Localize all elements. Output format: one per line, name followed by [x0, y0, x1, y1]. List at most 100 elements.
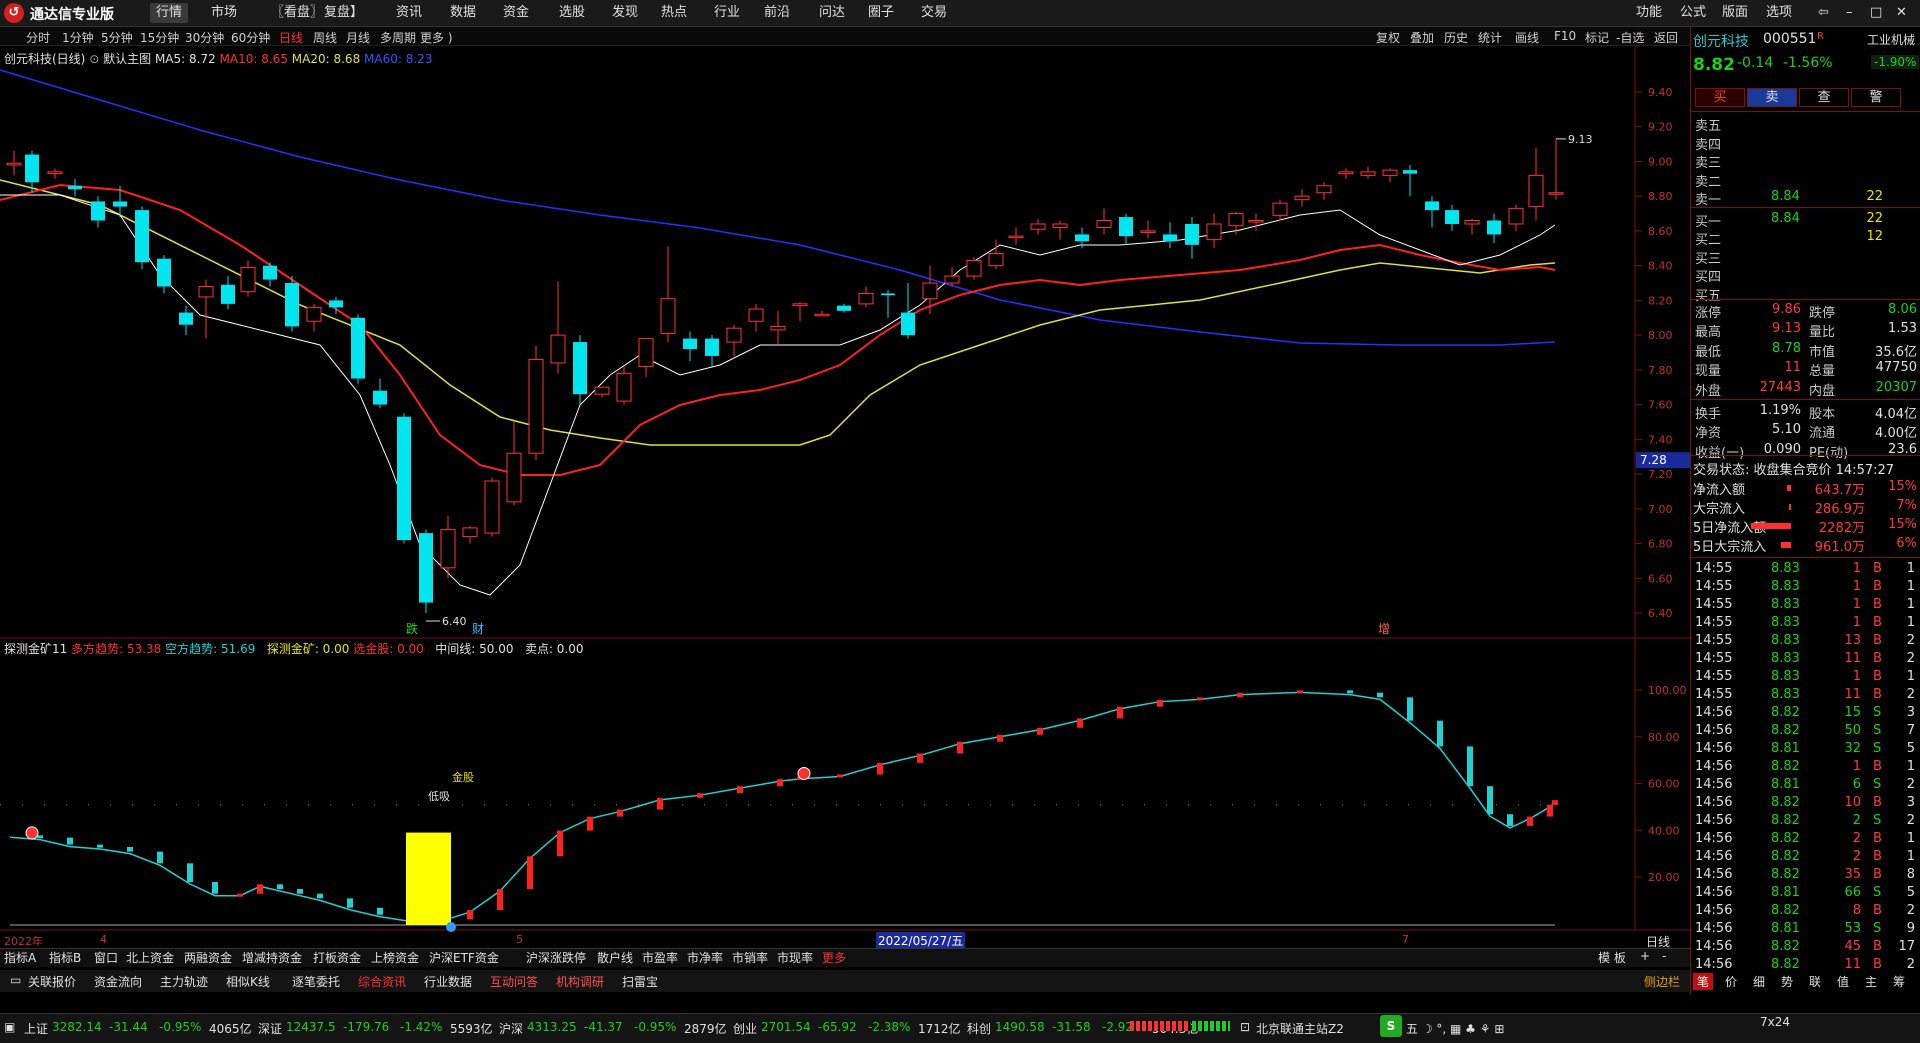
template-tab-0[interactable]: 模 板	[1598, 949, 1626, 966]
tool-2[interactable]: 历史	[1444, 29, 1468, 46]
indicator-tab-12[interactable]: 市净率	[687, 949, 723, 966]
side-tab-1[interactable]: 价	[1721, 973, 1741, 990]
indicator-tab-5[interactable]: 增减持资金	[242, 949, 302, 966]
info-tab-9[interactable]: 扫雷宝	[618, 973, 662, 990]
sell-button[interactable]: 卖	[1747, 88, 1797, 107]
indicator-tab-9[interactable]: 沪深涨跌停	[526, 949, 586, 966]
side-tab-3[interactable]: 势	[1777, 973, 1797, 990]
menu-1[interactable]: 市场	[205, 3, 243, 23]
template-tab-1[interactable]: +	[1640, 949, 1650, 963]
info-tab-7[interactable]: 互动问答	[486, 973, 542, 990]
indicator-tab-10[interactable]: 散户线	[597, 949, 633, 966]
index-name[interactable]: 深证	[258, 1020, 282, 1037]
stat-value: 11	[1784, 360, 1801, 376]
industry-name[interactable]: 工业机械	[1867, 31, 1915, 48]
index-name[interactable]: 科创	[967, 1020, 991, 1037]
template-tab-2[interactable]: -	[1662, 949, 1666, 963]
period-9[interactable]: 多周期	[380, 29, 416, 46]
query-button[interactable]: 查	[1799, 88, 1849, 107]
panel-icon[interactable]: ▭	[6, 973, 25, 987]
indicator-tab-15[interactable]: 更多	[822, 949, 846, 966]
indicator-tab-3[interactable]: 北上资金	[126, 949, 174, 966]
indicator-tab-7[interactable]: 上榜资金	[371, 949, 419, 966]
indicator-tab-0[interactable]: 指标A	[4, 949, 36, 966]
side-tab-2[interactable]: 细	[1749, 973, 1769, 990]
server-name[interactable]: 北京联通主站Z2	[1256, 1020, 1344, 1037]
indicator-tab-11[interactable]: 市盈率	[642, 949, 678, 966]
indicator-tab-13[interactable]: 市销率	[732, 949, 768, 966]
period-7[interactable]: 周线	[313, 29, 337, 46]
indicator-tab-8[interactable]: 沪深ETF资金	[429, 949, 499, 966]
side-tab-7[interactable]: 筹	[1889, 973, 1909, 990]
tool-1[interactable]: 叠加	[1410, 29, 1434, 46]
menu-right-1[interactable]: 公式	[1680, 3, 1706, 23]
info-tab-8[interactable]: 机构调研	[552, 973, 608, 990]
info-tab-0[interactable]: 关联报价	[24, 973, 80, 990]
tool-4[interactable]: 画线	[1515, 29, 1539, 46]
indicator-tab-6[interactable]: 打板资金	[313, 949, 361, 966]
info-tab-2[interactable]: 主力轨迹	[156, 973, 212, 990]
period-1[interactable]: 1分钟	[62, 29, 94, 46]
menu-5[interactable]: 数据	[444, 3, 482, 23]
ime-icon[interactable]: S	[1380, 1015, 1402, 1037]
indicator-name[interactable]: 探测金矿11	[4, 642, 67, 656]
menu-right-0[interactable]: 功能	[1636, 3, 1662, 23]
alert-button[interactable]: 警	[1851, 88, 1901, 107]
period-2[interactable]: 5分钟	[101, 29, 133, 46]
kline-chart[interactable]: 9.40 9.20 9.00 8.80 8.60 8.40 8.20 8.00 7.80 7.60…	[0, 45, 1690, 950]
buy-button[interactable]: 买	[1695, 88, 1745, 107]
period-10[interactable]: 更多 )	[420, 29, 453, 46]
menu-14[interactable]: 交易	[915, 3, 953, 23]
menu-3[interactable]: 复盘】	[318, 3, 369, 23]
menu-12[interactable]: 问达	[813, 3, 851, 23]
minimize-icon[interactable]: –	[1846, 3, 1853, 23]
info-tab-4[interactable]: 逐笔委托	[288, 973, 344, 990]
close-icon[interactable]: ✕	[1896, 3, 1907, 23]
index-name[interactable]: 沪深	[499, 1020, 523, 1037]
menu-13[interactable]: 圈子	[862, 3, 900, 23]
maximize-icon[interactable]: □	[1870, 3, 1882, 23]
menu-9[interactable]: 热点	[655, 3, 693, 23]
side-tab-0[interactable]: 笔	[1693, 973, 1714, 990]
menu-8[interactable]: 发现	[606, 3, 644, 23]
period-4[interactable]: 30分钟	[185, 29, 224, 46]
indicator-tab-2[interactable]: 窗口	[94, 949, 118, 966]
tool-8[interactable]: 返回	[1654, 29, 1678, 46]
menu-6[interactable]: 资金	[497, 3, 535, 23]
back-icon[interactable]: ⇦	[1818, 3, 1829, 23]
period-6[interactable]: 日线	[279, 29, 303, 46]
menu-11[interactable]: 前沿	[758, 3, 796, 23]
info-tab-5[interactable]: 综合资讯	[354, 973, 410, 990]
tool-5[interactable]: F10	[1554, 29, 1576, 43]
sidebar-toggle[interactable]: 侧边栏	[1640, 973, 1684, 990]
high-marker-text: 9.13	[1568, 133, 1593, 146]
info-tab-1[interactable]: 资金流向	[90, 973, 146, 990]
tool-6[interactable]: 标记	[1585, 29, 1609, 46]
indicator-tab-4[interactable]: 两融资金	[184, 949, 232, 966]
menu-right-2[interactable]: 版面	[1722, 3, 1748, 23]
menu-7[interactable]: 选股	[553, 3, 591, 23]
period-5[interactable]: 60分钟	[231, 29, 270, 46]
menu-4[interactable]: 资讯	[390, 3, 428, 23]
tool-0[interactable]: 复权	[1376, 29, 1400, 46]
menu-right-3[interactable]: 选项	[1766, 3, 1792, 23]
tick-time: 14:56	[1695, 903, 1733, 918]
menu-0[interactable]: 行情	[150, 3, 189, 23]
index-name[interactable]: 创业	[733, 1020, 757, 1037]
tool-7[interactable]: -自选	[1616, 29, 1644, 46]
period-0[interactable]: 分时	[26, 29, 50, 46]
side-tab-4[interactable]: 联	[1805, 973, 1825, 990]
index-menu-icon[interactable]: ▣	[4, 1020, 15, 1034]
indicator-tab-14[interactable]: 市现率	[777, 949, 813, 966]
info-tab-6[interactable]: 行业数据	[420, 973, 476, 990]
period-3[interactable]: 15分钟	[140, 29, 179, 46]
menu-10[interactable]: 行业	[708, 3, 746, 23]
tool-3[interactable]: 统计	[1478, 29, 1502, 46]
ime-toolbar-icons[interactable]: 五 ☽ °, ▦ ♣ ⚘ ⊞	[1406, 1020, 1504, 1037]
index-name[interactable]: 上证	[24, 1020, 48, 1037]
side-tab-6[interactable]: 主	[1861, 973, 1881, 990]
period-8[interactable]: 月线	[346, 29, 370, 46]
indicator-tab-1[interactable]: 指标B	[49, 949, 81, 966]
side-tab-5[interactable]: 值	[1833, 973, 1853, 990]
info-tab-3[interactable]: 相似K线	[222, 973, 274, 990]
